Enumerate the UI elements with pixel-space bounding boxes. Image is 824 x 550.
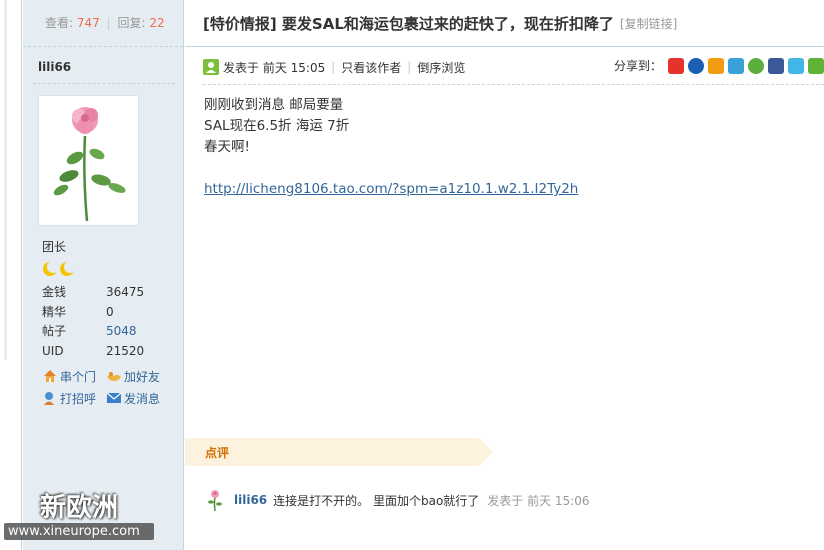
watermark-url: www.xineurope.com	[4, 523, 154, 540]
author-rank: 团长	[42, 240, 67, 254]
add-friend-label: 加好友	[124, 369, 161, 384]
comment-time: 发表于 前天 15:06	[487, 493, 590, 508]
author-only-link[interactable]: 只看该作者	[341, 59, 401, 76]
author-name[interactable]: lili66	[38, 60, 71, 74]
message-label: 发消息	[124, 391, 161, 406]
info-key: 金钱	[42, 285, 67, 299]
share-label: 分享到：	[613, 59, 662, 73]
post-main: [特价情报] 要发SAL和海运包裹过来的赶快了，现在折扣降了 [复制链接] 发表…	[185, 0, 824, 550]
facebook-share-icon[interactable]	[768, 57, 784, 74]
divider	[203, 84, 824, 85]
twitter-share-icon[interactable]	[788, 57, 804, 74]
info-row-uid: UID 21520	[42, 342, 144, 362]
envelope-icon	[106, 392, 122, 403]
left-strip	[4, 0, 7, 360]
replies-label: 回复:	[117, 16, 146, 30]
handshake-icon	[107, 372, 121, 381]
kaixin-share-icon[interactable]	[748, 57, 764, 74]
views-label: 查看:	[45, 16, 74, 30]
action-row: 打招呼 发消息	[42, 387, 182, 409]
renren-share-icon[interactable]	[688, 57, 704, 74]
review-comment: lili66 连接是打不开的。 里面加个bao就行了 发表于 前天 15:06	[203, 488, 590, 512]
author-sidebar: 查看: 747 | 回复: 22 lili66 团长 金钱 36475 精华 0…	[23, 0, 184, 550]
post-time: 发表于 前天 15:05	[223, 60, 326, 75]
rank-moons	[42, 261, 75, 277]
stats-separator: |	[106, 16, 111, 30]
more-share-icon[interactable]	[808, 57, 824, 74]
site-watermark: 新欧洲 www.xineurope.com	[4, 493, 154, 540]
thread-stats: 查看: 747 | 回复: 22	[23, 0, 183, 47]
views-count: 747	[76, 16, 100, 30]
post-content: 刚刚收到消息 邮局要量 SAL现在6.5折 海运 7折 春天啊! http://…	[204, 95, 578, 200]
poke-label: 打招呼	[60, 391, 97, 406]
divider	[33, 83, 175, 84]
copy-link-button[interactable]: [复制链接]	[620, 15, 677, 32]
author-info: 金钱 36475 精华 0 帖子 5048 UID 21520	[42, 283, 144, 361]
posts-count-link[interactable]: 5048	[106, 322, 137, 342]
add-friend-button[interactable]: 加好友	[106, 368, 170, 385]
thread-title-bar: [特价情报] 要发SAL和海运包裹过来的赶快了，现在折扣降了 [复制链接]	[185, 0, 824, 47]
post-meta: 发表于 前天 15:05 | 只看该作者 | 倒序浏览 分享到：	[203, 57, 824, 77]
message-button[interactable]: 发消息	[106, 390, 170, 407]
thread-title: [特价情报] 要发SAL和海运包裹过来的赶快了，现在折扣降了	[203, 14, 614, 33]
info-key: 帖子	[42, 324, 67, 338]
info-row-digest: 精华 0	[42, 303, 144, 323]
commenter-avatar[interactable]	[203, 488, 227, 512]
commenter-name[interactable]: lili66	[234, 493, 267, 507]
info-value: 0	[106, 304, 114, 319]
content-line: SAL现在6.5折 海运 7折	[204, 118, 350, 134]
meta-separator: |	[331, 60, 336, 74]
info-row-money: 金钱 36475	[42, 283, 144, 303]
forum-page: 查看: 747 | 回复: 22 lili66 团长 金钱 36475 精华 0…	[0, 0, 824, 550]
visit-label: 串个门	[60, 369, 97, 384]
visit-button[interactable]: 串个门	[42, 368, 106, 385]
online-status-icon	[203, 59, 219, 75]
review-label: 点评	[205, 445, 230, 460]
watermark-logo-text: 新欧洲	[40, 493, 119, 523]
content-line: 刚刚收到消息 邮局要量	[204, 97, 344, 113]
poke-icon	[44, 392, 54, 405]
qzone-share-icon[interactable]	[708, 57, 724, 74]
tencent-share-icon[interactable]	[728, 57, 744, 74]
moon-icon	[60, 261, 75, 276]
author-actions: 串个门 加好友 打招呼 发消息	[42, 365, 182, 409]
weibo-share-icon[interactable]	[668, 57, 684, 74]
action-row: 串个门 加好友	[42, 365, 182, 387]
rose-avatar-image	[53, 107, 126, 222]
share-bar: 分享到：	[614, 57, 824, 74]
comment-text: 连接是打不开的。 里面加个bao就行了	[273, 493, 480, 508]
review-header: 点评	[185, 438, 493, 466]
info-row-posts: 帖子 5048	[42, 322, 144, 342]
moon-icon	[43, 261, 58, 276]
shop-link[interactable]: http://licheng8106.tao.com/?spm=a1z10.1.…	[204, 181, 578, 197]
left-edge	[0, 0, 22, 550]
content-line: 春天啊!	[204, 139, 250, 155]
poke-button[interactable]: 打招呼	[42, 390, 106, 407]
avatar[interactable]	[38, 95, 139, 226]
replies-count: 22	[149, 16, 165, 30]
meta-separator: |	[407, 60, 412, 74]
reverse-order-link[interactable]: 倒序浏览	[417, 59, 465, 76]
info-key: 精华	[42, 304, 67, 319]
home-icon	[44, 370, 56, 382]
info-value: 21520	[106, 343, 145, 358]
info-key: UID	[42, 343, 64, 358]
info-value: 36475	[106, 285, 145, 299]
